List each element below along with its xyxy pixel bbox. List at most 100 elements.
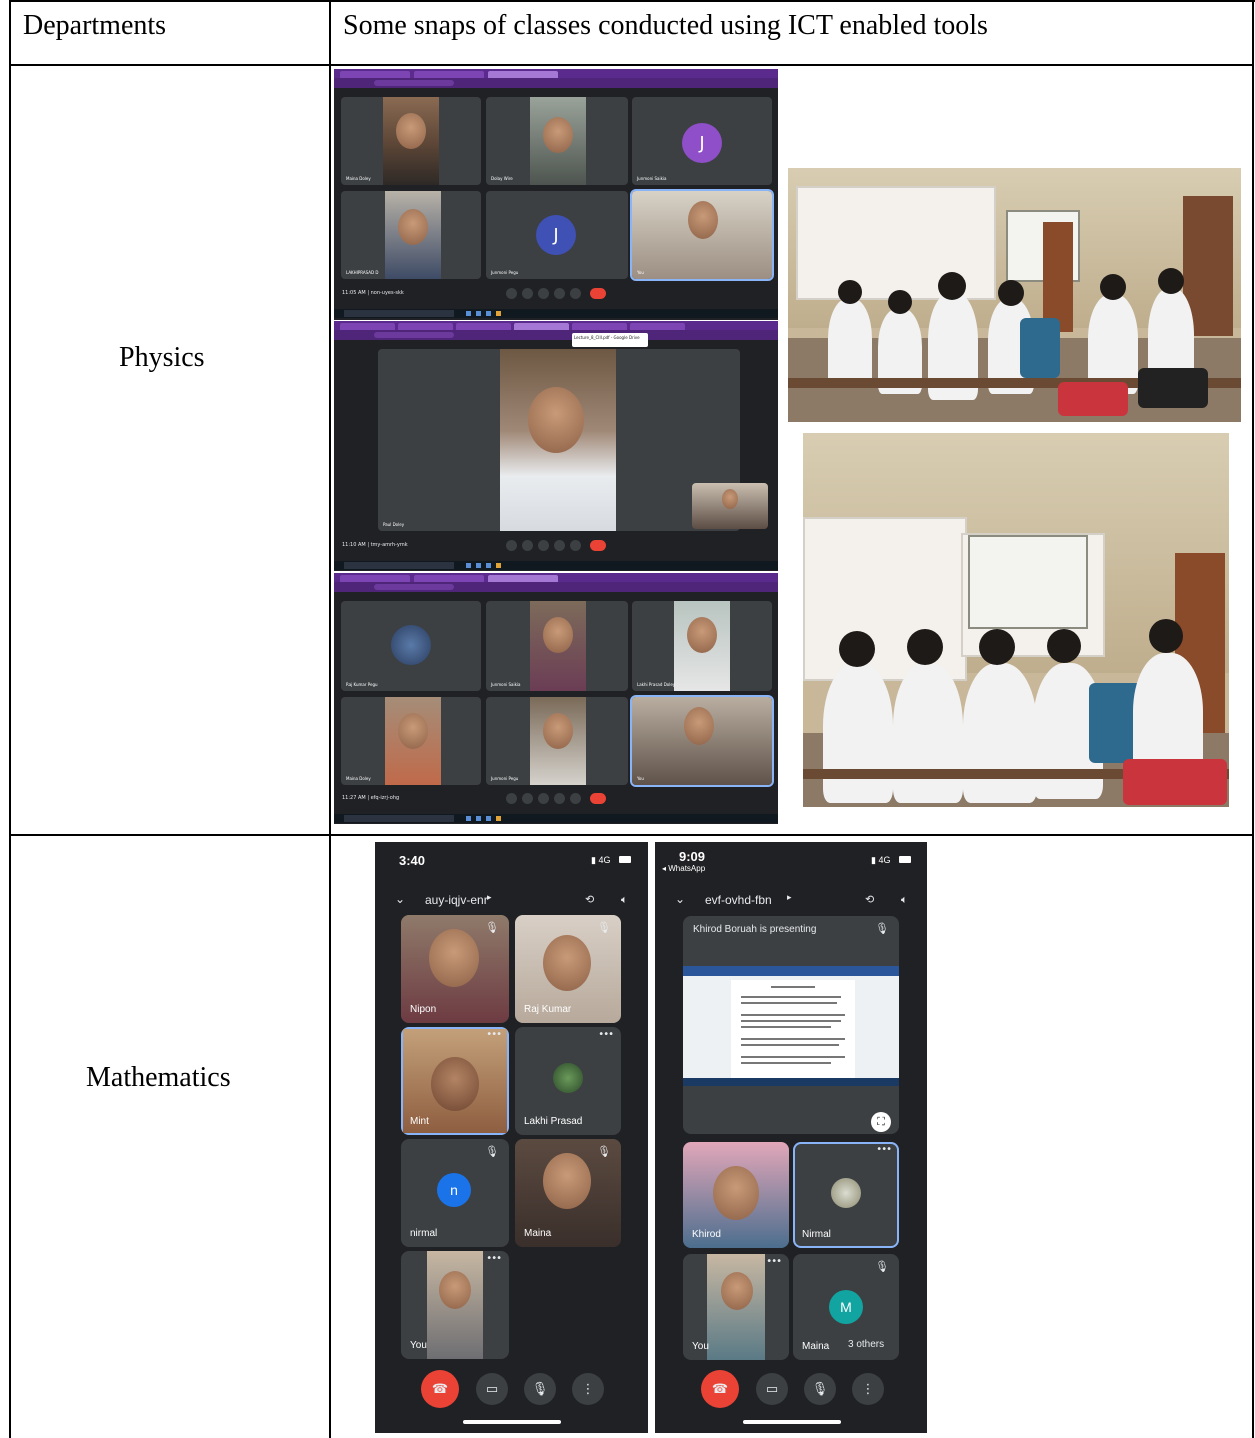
- windows-taskbar: [334, 309, 778, 318]
- more-button[interactable]: [570, 540, 581, 551]
- page: { "table": { "header": { "col1": "Depart…: [0, 0, 1255, 1438]
- more-options-icon[interactable]: •••: [486, 1029, 502, 1040]
- physics-classroom-photo-2: [803, 433, 1229, 807]
- department-mathematics: Mathematics: [86, 1062, 231, 1093]
- avatar: M: [829, 1290, 863, 1324]
- camera-button[interactable]: [522, 793, 533, 804]
- mic-button[interactable]: 🎙︎: [804, 1373, 836, 1405]
- meet-main-tile: Paul Doley: [378, 349, 740, 531]
- meet-self-pip: [692, 483, 768, 529]
- participant-tile-self: ••• You: [683, 1254, 789, 1360]
- present-button[interactable]: [554, 288, 565, 299]
- more-options-button[interactable]: ⋮: [572, 1373, 604, 1405]
- participant-tile-active: ••• Mint: [401, 1027, 509, 1135]
- more-options-button[interactable]: ⋮: [852, 1373, 884, 1405]
- meeting-code[interactable]: evf-ovhd-fbn: [705, 893, 772, 907]
- camera-button[interactable]: [522, 540, 533, 551]
- meet-controls: 11:10 AM | tmy-amrh-ymk: [334, 537, 778, 555]
- back-to-whatsapp[interactable]: ◂ WhatsApp: [662, 864, 705, 873]
- browser-url-bar: [334, 78, 778, 88]
- end-call-button[interactable]: [590, 288, 606, 299]
- browser-url-bar: [334, 582, 778, 592]
- mic-button[interactable]: [506, 288, 517, 299]
- more-button[interactable]: [570, 288, 581, 299]
- network-indicator: ▮ 4G: [591, 855, 611, 865]
- avatar: J: [682, 123, 722, 163]
- table-row-divider-2: [9, 834, 1254, 836]
- battery-icon: [899, 856, 911, 863]
- captions-button[interactable]: [538, 288, 549, 299]
- network-indicator: ▮ 4G: [871, 855, 891, 865]
- others-count[interactable]: 3 others: [841, 1336, 892, 1353]
- mic-button[interactable]: [506, 793, 517, 804]
- captions-button[interactable]: [538, 793, 549, 804]
- table-border-right: [1252, 0, 1254, 1438]
- speaker-icon[interactable]: 🔈︎: [901, 893, 908, 907]
- physics-meet-screenshot-2: Lecture_8_CIII.pdf - Google Drive Paul D…: [334, 321, 778, 571]
- mic-off-icon: 🎙︎: [597, 1145, 611, 1158]
- meet-tile: Junmoni Pegu: [486, 697, 628, 785]
- mic-button[interactable]: 🎙︎: [524, 1373, 556, 1405]
- mic-off-icon: 🎙︎: [875, 922, 889, 935]
- meeting-time-code: 11:05 AM | non-uyes-skk: [342, 290, 404, 296]
- participant-tile: Khirod: [683, 1142, 789, 1248]
- meet-controls: 11:27 AM | efq-izrj-ohg: [334, 790, 778, 808]
- math-phone-screenshot-2: 9:09 ◂ WhatsApp ▮ 4G ⌄ evf-ovhd-fbn ▸ ⟲ …: [655, 842, 927, 1433]
- more-options-icon[interactable]: •••: [486, 1253, 502, 1264]
- home-indicator: [463, 1420, 561, 1424]
- browser-tab-bar: [334, 573, 778, 582]
- present-button[interactable]: [554, 793, 565, 804]
- captions-button[interactable]: [538, 540, 549, 551]
- profile-photo: [831, 1178, 861, 1208]
- presentation-tile: Khirod Boruah is presenting 🎙︎ ⛶: [683, 916, 899, 1134]
- physics-meet-screenshot-1: Maina Doley Dolay Wire J Junmoni Saikia …: [334, 69, 778, 320]
- browser-url-bar: [334, 330, 778, 340]
- windows-taskbar: [334, 561, 778, 570]
- switch-camera-icon[interactable]: ⟲: [585, 893, 594, 906]
- shared-document: [683, 966, 899, 1086]
- meet-tile-self: You: [630, 695, 774, 787]
- projection-screen: [803, 517, 967, 681]
- meet-tile: J Junmoni Saikia: [632, 97, 772, 185]
- table-column-divider: [329, 0, 331, 1438]
- participant-tile: M 🎙︎ Maina 3 others: [793, 1254, 899, 1360]
- switch-camera-icon[interactable]: ⟲: [865, 893, 874, 906]
- present-button[interactable]: [554, 540, 565, 551]
- meet-tile: J Junmoni Pegu: [486, 191, 628, 279]
- meet-tile: Lakhi Prasad Doley: [632, 601, 772, 691]
- meet-tile: Raj Kumar Pegu: [341, 601, 481, 691]
- header-departments: Departments: [23, 10, 167, 41]
- windows-taskbar: [334, 814, 778, 823]
- meet-tile: Dolay Wire: [486, 97, 628, 185]
- speaker-icon[interactable]: 🔈︎: [621, 893, 628, 907]
- end-call-button[interactable]: [590, 540, 606, 551]
- table-border-left: [9, 0, 11, 1438]
- participant-tile: ••• Lakhi Prasad: [515, 1027, 621, 1135]
- meet-tile: Maina Doley: [341, 97, 481, 185]
- department-physics: Physics: [119, 342, 205, 373]
- camera-button[interactable]: ▭: [756, 1373, 788, 1405]
- presenting-label: Khirod Boruah is presenting: [693, 924, 817, 935]
- more-button[interactable]: [570, 793, 581, 804]
- physics-classroom-photo-1: [788, 168, 1241, 422]
- chevron-down-icon[interactable]: ⌄: [395, 892, 405, 906]
- fullscreen-icon[interactable]: ⛶: [871, 1112, 891, 1132]
- mic-button[interactable]: [506, 540, 517, 551]
- end-call-button[interactable]: ☎︎: [421, 1370, 459, 1408]
- camera-button[interactable]: [522, 288, 533, 299]
- avatar: J: [536, 215, 576, 255]
- participant-tile: 🎙︎ Nipon: [401, 915, 509, 1023]
- meeting-code[interactable]: auy-iqjv-enr: [425, 893, 488, 907]
- chevron-down-icon[interactable]: ⌄: [675, 892, 685, 906]
- participant-tile-self: ••• You: [401, 1251, 509, 1359]
- end-call-button[interactable]: ☎︎: [701, 1370, 739, 1408]
- profile-photo: [391, 625, 431, 665]
- more-options-icon[interactable]: •••: [876, 1144, 892, 1155]
- camera-button[interactable]: ▭: [476, 1373, 508, 1405]
- call-controls: ☎︎ ▭ 🎙︎ ⋮: [375, 1370, 648, 1410]
- more-options-icon[interactable]: •••: [598, 1029, 614, 1040]
- more-options-icon[interactable]: •••: [766, 1256, 782, 1267]
- participant-tile: 🎙︎ Maina: [515, 1139, 621, 1247]
- participant-tile-active: ••• Nirmal: [793, 1142, 899, 1248]
- end-call-button[interactable]: [590, 793, 606, 804]
